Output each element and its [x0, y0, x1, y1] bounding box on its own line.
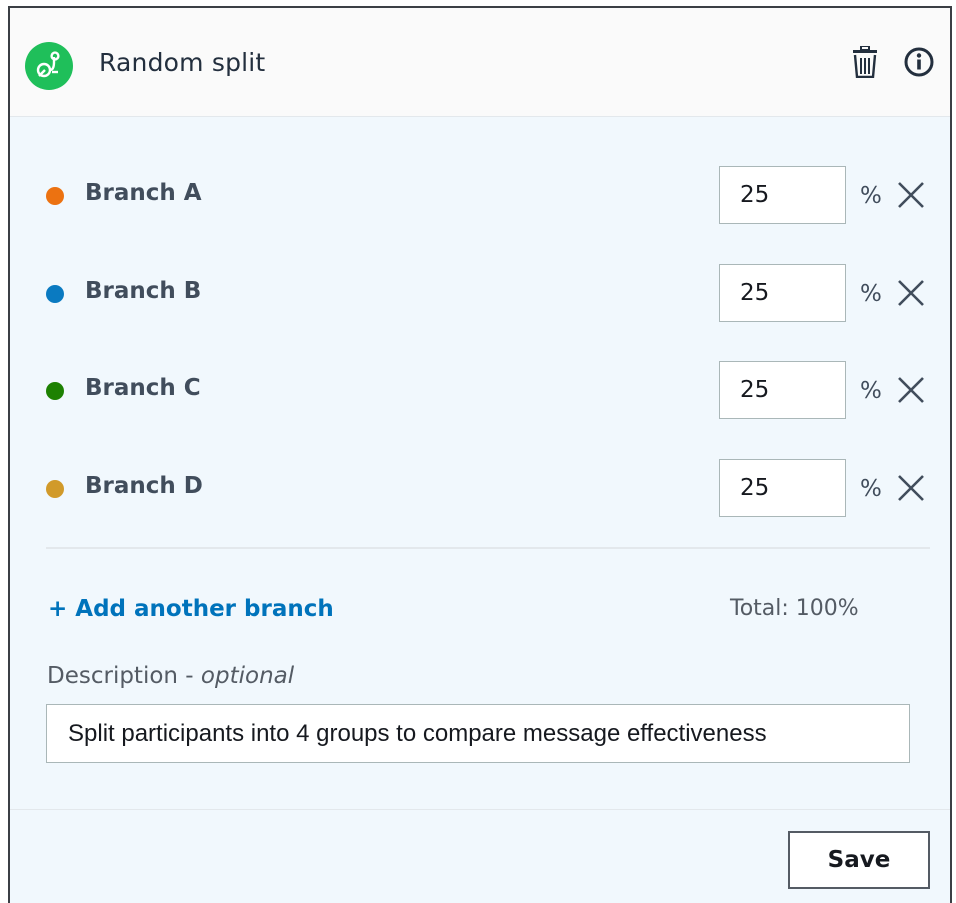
percent-sign: %: [860, 183, 882, 209]
add-branch-link[interactable]: + Add another branch: [48, 596, 334, 622]
branch-color-dot: [46, 187, 64, 205]
optional-hint: optional: [200, 663, 295, 689]
trash-icon[interactable]: [850, 45, 880, 82]
description-input[interactable]: [46, 704, 910, 763]
close-icon[interactable]: [896, 473, 926, 507]
close-icon[interactable]: [896, 180, 926, 214]
branch-color-dot: [46, 480, 64, 498]
description-label-text: Description -: [47, 663, 201, 689]
percent-sign: %: [860, 378, 882, 404]
branch-d-percent-input[interactable]: [719, 459, 846, 517]
branch-color-dot: [46, 382, 64, 400]
split-icon: [25, 42, 73, 90]
panel-header: Random split: [10, 8, 950, 117]
panel-title: Random split: [99, 48, 266, 77]
branch-row-a: Branch A %: [10, 166, 950, 226]
branch-label: Branch B: [85, 278, 202, 304]
save-button[interactable]: Save: [788, 831, 930, 889]
close-icon[interactable]: [896, 278, 926, 312]
description-label: Description - optional: [47, 663, 294, 689]
branch-row-c: Branch C %: [10, 361, 950, 421]
branch-row-d: Branch D %: [10, 459, 950, 519]
divider: [46, 547, 930, 549]
branch-a-percent-input[interactable]: [719, 166, 846, 224]
panel-footer: Save: [10, 809, 950, 903]
close-icon[interactable]: [896, 375, 926, 409]
branch-row-b: Branch B %: [10, 264, 950, 324]
branch-label: Branch A: [85, 180, 202, 206]
percent-sign: %: [860, 281, 882, 307]
random-split-panel: Random split Branch A %: [8, 6, 952, 903]
info-icon[interactable]: [903, 46, 935, 82]
total-percent: Total: 100%: [730, 596, 859, 621]
branch-c-percent-input[interactable]: [719, 361, 846, 419]
branch-b-percent-input[interactable]: [719, 264, 846, 322]
branch-label: Branch C: [85, 375, 201, 401]
branch-color-dot: [46, 285, 64, 303]
branch-label: Branch D: [85, 473, 203, 499]
percent-sign: %: [860, 476, 882, 502]
